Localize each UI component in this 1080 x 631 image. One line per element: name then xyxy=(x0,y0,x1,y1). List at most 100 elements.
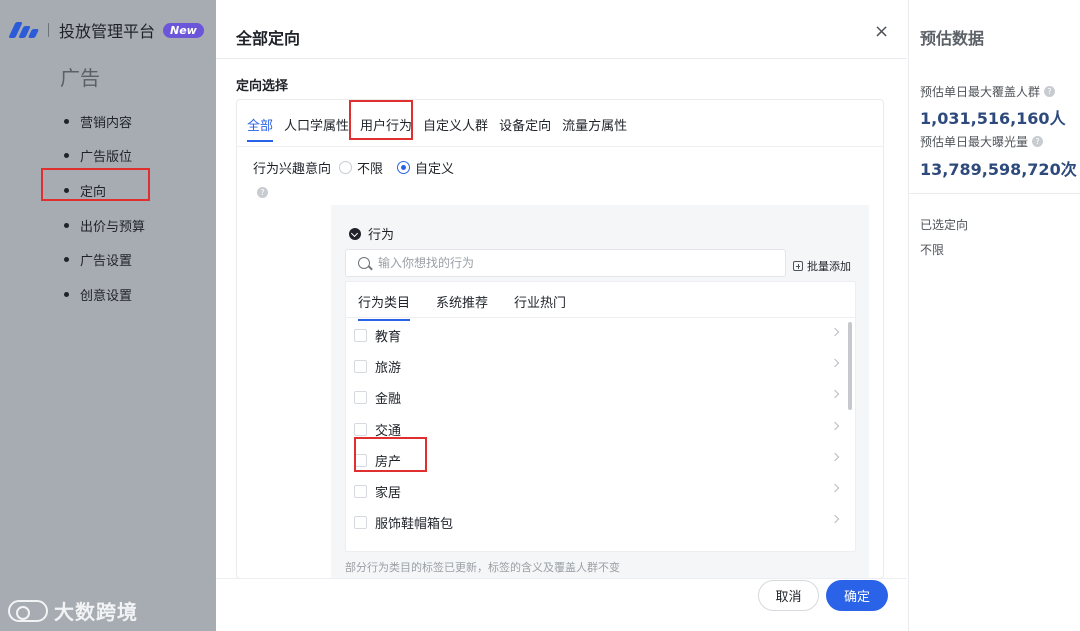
sidebar-item-label: 创意设置 xyxy=(80,288,133,304)
category-label: 交通 xyxy=(375,423,402,439)
category-label: 金融 xyxy=(375,392,402,408)
behavior-search-input[interactable] xyxy=(378,256,758,270)
brand: 投放管理平台 New xyxy=(8,16,204,44)
category-item[interactable]: 服饰鞋帽箱包 xyxy=(346,507,855,538)
close-icon[interactable]: × xyxy=(874,21,889,42)
targeting-card: 全部 人口学属性 用户行为 自定义人群 设备定向 流量方属性 行为兴趣意向 ? … xyxy=(236,99,884,579)
chevron-right-icon xyxy=(830,358,840,368)
behavior-interest-label: 行为兴趣意向 xyxy=(253,162,332,177)
category-item[interactable]: 旅游 xyxy=(346,351,855,382)
tab-demographics[interactable]: 人口学属性 xyxy=(284,115,349,142)
confirm-button[interactable]: 确定 xyxy=(826,580,888,611)
help-icon[interactable]: ? xyxy=(1032,136,1044,147)
radio-label: 不限 xyxy=(357,162,384,177)
watermark-text: 大数跨境 xyxy=(54,600,138,624)
highlight-box-user-behavior xyxy=(349,100,413,140)
modal-footer-divider xyxy=(216,578,907,579)
bullet-icon xyxy=(64,291,69,297)
tab-device-targeting[interactable]: 设备定向 xyxy=(499,115,551,142)
chevron-right-icon xyxy=(830,514,840,524)
checkbox[interactable] xyxy=(354,485,367,499)
sidebar-item-label: 广告设置 xyxy=(80,254,133,270)
chevron-right-icon xyxy=(830,421,840,430)
chevron-right-icon xyxy=(830,327,840,337)
chevron-right-icon xyxy=(830,452,840,461)
category-item[interactable]: 教育 xyxy=(346,320,855,351)
behavior-header[interactable]: 行为 xyxy=(349,224,394,243)
radio-circle-icon xyxy=(339,161,352,174)
bullet-icon xyxy=(64,257,69,263)
checkbox[interactable] xyxy=(354,329,367,343)
bulk-add-label: 批量添加 xyxy=(807,260,851,273)
sidebar-item-label: 广告版位 xyxy=(80,150,133,166)
modal-divider xyxy=(216,58,907,59)
chevron-right-icon xyxy=(830,483,840,493)
new-badge: New xyxy=(163,22,204,38)
platform-logo-icon xyxy=(8,22,40,38)
sidebar-item-label: 出价与预算 xyxy=(80,219,146,235)
selected-targeting-label: 已选定向 xyxy=(920,218,969,232)
bulk-add-button[interactable]: 批量添加 xyxy=(793,258,851,274)
checkbox[interactable] xyxy=(354,422,367,436)
category-label: 家居 xyxy=(375,486,402,502)
sidebar-item-bid-budget[interactable]: 出价与预算 xyxy=(0,208,216,243)
tab-traffic-attributes[interactable]: 流量方属性 xyxy=(562,115,627,142)
bullet-icon xyxy=(64,118,69,124)
help-icon[interactable]: ? xyxy=(1044,86,1056,97)
audience-label-text: 预估单日最大覆盖人群 xyxy=(920,85,1041,99)
radio-circle-icon xyxy=(397,161,411,174)
tabs-divider xyxy=(237,146,883,147)
collapse-chevron-icon xyxy=(349,227,361,240)
behavior-panel: 行为 批量添加 行为类目 系统推荐 行业热门 教育 旅游 xyxy=(331,205,869,578)
category-label: 服饰鞋帽箱包 xyxy=(375,517,454,533)
checkbox[interactable] xyxy=(354,516,367,530)
estimate-panel: 预估数据 预估单日最大覆盖人群 ? 1,031,516,160人 预估单日最大曝… xyxy=(908,0,1080,631)
radio-label: 自定义 xyxy=(415,162,455,177)
tab-all[interactable]: 全部 xyxy=(247,115,274,142)
sidebar-item-label: 营销内容 xyxy=(80,115,133,131)
section-label: 定向选择 xyxy=(236,79,289,94)
exposure-value: 13,789,598,720次 xyxy=(920,160,1077,179)
category-list: 教育 旅游 金融 交通 房产 家居 服饰鞋帽箱包 xyxy=(346,320,855,538)
left-heading: 广告 xyxy=(60,66,100,90)
sub-tabs-divider xyxy=(346,317,855,318)
tab-custom-audience[interactable]: 自定义人群 xyxy=(423,115,488,142)
highlight-box-real-estate xyxy=(354,437,427,472)
checkbox[interactable] xyxy=(354,360,367,374)
category-label: 教育 xyxy=(375,330,402,346)
bullet-icon xyxy=(64,153,69,159)
highlight-box-targeting xyxy=(41,168,150,201)
category-list-panel: 行为类目 系统推荐 行业热门 教育 旅游 金融 交通 房产 家居 服饰鞋帽箱包 xyxy=(345,281,856,552)
targeting-modal: 全部定向 × 定向选择 全部 人口学属性 用户行为 自定义人群 设备定向 流量方… xyxy=(216,8,907,631)
estimate-title: 预估数据 xyxy=(920,29,985,48)
category-label: 旅游 xyxy=(375,361,402,377)
brand-separator xyxy=(48,23,49,37)
chevron-right-icon xyxy=(830,390,840,399)
sidebar-item-creative-settings[interactable]: 创意设置 xyxy=(0,277,216,312)
audience-value: 1,031,516,160人 xyxy=(920,109,1066,128)
watermark: 大数跨境 xyxy=(8,596,138,625)
help-icon[interactable]: ? xyxy=(257,180,268,199)
behavior-search xyxy=(345,249,786,277)
bulk-add-icon xyxy=(793,261,803,271)
category-item[interactable]: 金融 xyxy=(346,382,855,413)
behavior-header-label: 行为 xyxy=(368,228,395,243)
targeting-tabs: 全部 人口学属性 用户行为 自定义人群 设备定向 流量方属性 xyxy=(247,115,638,142)
radio-custom[interactable]: 自定义 xyxy=(397,158,454,177)
exposure-label-text: 预估单日最大曝光量 xyxy=(920,135,1029,149)
checkbox[interactable] xyxy=(354,391,367,405)
sidebar-item-ad-settings[interactable]: 广告设置 xyxy=(0,242,216,277)
estimate-divider xyxy=(909,193,1080,194)
category-scrollbar[interactable] xyxy=(848,322,852,410)
radio-unlimited[interactable]: 不限 xyxy=(339,158,383,177)
bullet-icon xyxy=(64,222,69,228)
sidebar-nav: 营销内容 广告版位 定向 出价与预算 广告设置 创意设置 xyxy=(0,104,216,312)
selected-targeting-value: 不限 xyxy=(920,243,945,257)
category-update-hint: 部分行为类目的标签已更新，标签的含义及覆盖人群不变 xyxy=(345,561,620,574)
search-icon xyxy=(358,257,370,269)
cancel-button[interactable]: 取消 xyxy=(758,580,819,611)
left-sidebar-overlay: 投放管理平台 New 广告 营销内容 广告版位 定向 出价与预算 广告设置 创意… xyxy=(0,0,216,631)
category-item[interactable]: 家居 xyxy=(346,476,855,507)
modal-title: 全部定向 xyxy=(236,29,301,48)
sidebar-item-marketing-content[interactable]: 营销内容 xyxy=(0,104,216,139)
